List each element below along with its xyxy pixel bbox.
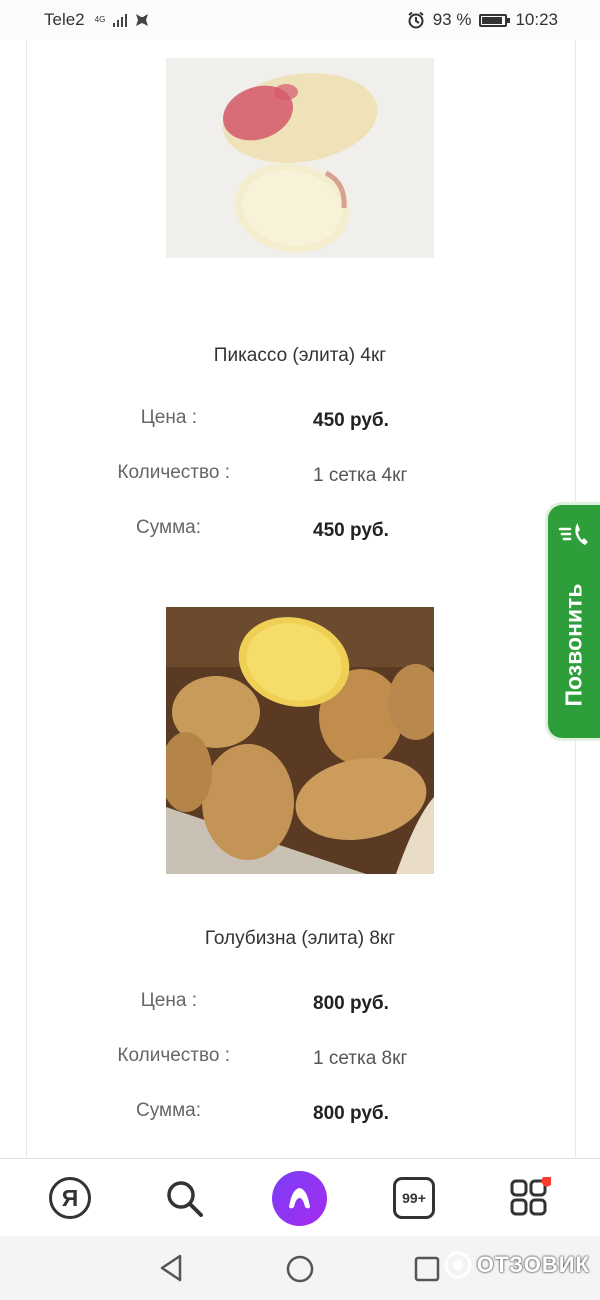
browser-bottom-bar: Я 99+ bbox=[0, 1158, 600, 1237]
quantity-value: 1 сетка 4кг bbox=[313, 465, 408, 486]
product-title: Голубизна (элита) 8кг bbox=[204, 928, 396, 949]
quantity-label: Количество : bbox=[117, 1045, 230, 1066]
recents-icon[interactable] bbox=[413, 1255, 441, 1283]
back-icon[interactable] bbox=[158, 1253, 184, 1283]
alarm-icon bbox=[408, 11, 424, 29]
clock-time: 10:23 bbox=[515, 10, 558, 29]
battery-icon bbox=[479, 13, 511, 27]
product-title: Пикассо (элита) 4кг bbox=[213, 345, 387, 366]
battery-percent: 93 % bbox=[432, 10, 472, 29]
sum-value: 450 руб. bbox=[313, 520, 389, 541]
notification-dot bbox=[541, 1177, 551, 1187]
system-nav-bar: ОТЗОВИК bbox=[0, 1236, 600, 1300]
tabs-counter-button[interactable]: 99+ bbox=[393, 1177, 435, 1219]
price-label: Цена : bbox=[140, 407, 197, 428]
sum-label: Сумма: bbox=[136, 1100, 201, 1121]
otzovik-watermark: ОТЗОВИК bbox=[443, 1250, 590, 1280]
alice-assistant-button[interactable] bbox=[272, 1171, 327, 1226]
search-icon[interactable] bbox=[163, 1177, 205, 1219]
quantity-value: 1 сетка 8кг bbox=[313, 1048, 408, 1069]
call-button[interactable]: Позвонить bbox=[548, 505, 600, 738]
sum-label: Сумма: bbox=[136, 517, 201, 538]
status-left: Tele2 4G bbox=[44, 10, 151, 30]
network-type: 4G bbox=[94, 15, 106, 24]
signal-icon bbox=[113, 13, 128, 27]
product-photo-golubizna bbox=[166, 607, 434, 874]
status-bar: Tele2 4G 93 % 10:23 bbox=[0, 0, 600, 40]
price-value: 450 руб. bbox=[313, 410, 389, 431]
product-photo-picasso bbox=[166, 58, 434, 258]
call-label: Позвонить bbox=[560, 583, 587, 707]
quantity-label: Количество : bbox=[117, 462, 230, 483]
services-grid-icon[interactable] bbox=[509, 1177, 551, 1219]
status-right: 93 % 10:23 bbox=[407, 10, 558, 30]
sum-value: 800 руб. bbox=[313, 1103, 389, 1124]
yandex-home-icon[interactable]: Я bbox=[49, 1177, 91, 1219]
otzovik-logo-icon bbox=[444, 1251, 472, 1279]
home-icon[interactable] bbox=[285, 1254, 315, 1284]
phone-icon bbox=[558, 523, 588, 545]
watermark-text: ОТЗОВИК bbox=[476, 1252, 590, 1277]
carrier-name: Tele2 bbox=[44, 10, 85, 29]
cat-icon bbox=[136, 14, 149, 26]
alice-icon bbox=[289, 1188, 310, 1209]
price-value: 800 руб. bbox=[313, 993, 389, 1014]
price-label: Цена : bbox=[140, 990, 197, 1011]
